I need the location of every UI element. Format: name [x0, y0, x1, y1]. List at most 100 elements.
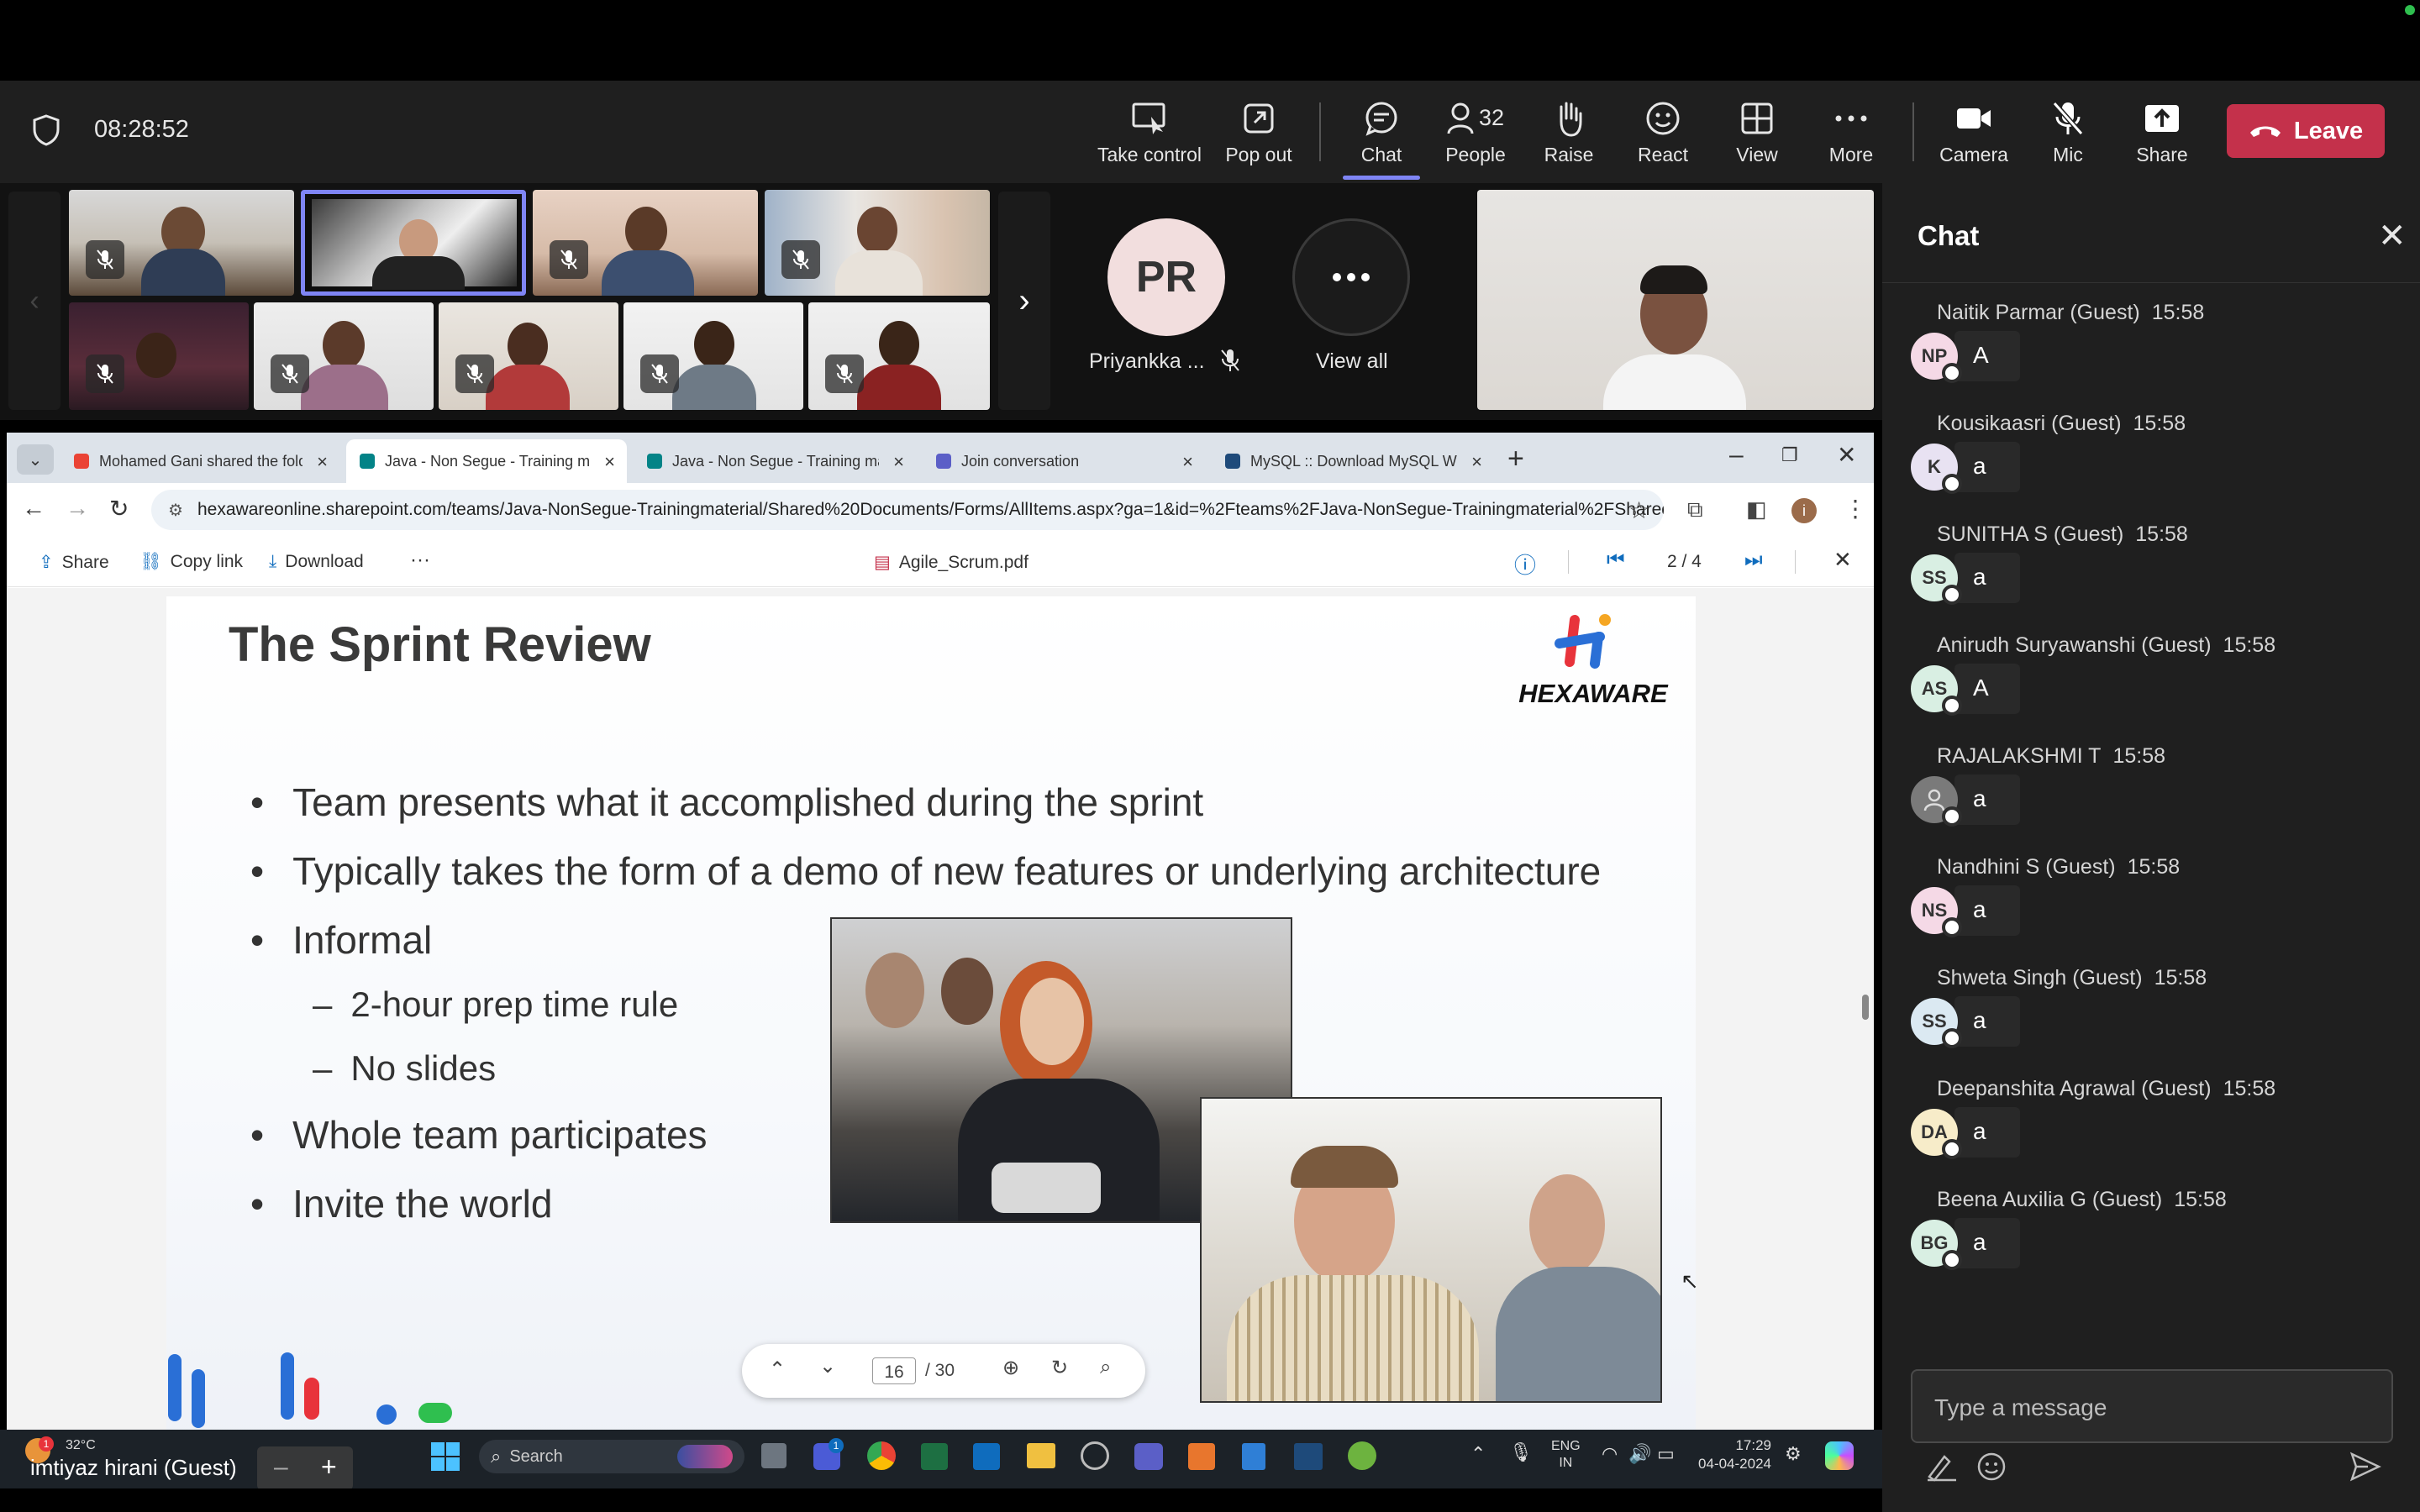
forward-button[interactable]: → [66, 495, 89, 522]
windows-start-icon[interactable] [430, 1441, 460, 1472]
view-button[interactable]: View [1723, 81, 1791, 183]
leave-button[interactable]: Leave [2227, 104, 2385, 158]
notification-icon[interactable]: ⚙ [1785, 1443, 1802, 1465]
video-tile[interactable] [533, 190, 758, 296]
chat-message[interactable]: Anirudh Suryawanshi (Guest) 15:58 A AS [1882, 625, 2420, 736]
browser-tab[interactable]: Java - Non Segue - Training ma × [346, 439, 627, 483]
info-icon[interactable]: ⓘ [1514, 549, 1536, 580]
zoom-in-icon[interactable]: ⊕ [1002, 1356, 1019, 1380]
video-tile[interactable] [439, 302, 618, 410]
browser-menu-icon[interactable]: ⋮ [1844, 495, 1867, 522]
chat-message[interactable]: RAJALAKSHMI T 15:58 a [1882, 736, 2420, 847]
new-tab-button[interactable]: + [1507, 443, 1524, 475]
last-file-button[interactable]: ⏭ [1744, 549, 1763, 572]
video-tile-active-speaker[interactable] [301, 190, 526, 296]
show-hidden-icons[interactable]: ⌃ [1470, 1443, 1486, 1465]
message-input[interactable]: Type a message [1911, 1369, 2393, 1443]
browser-tab[interactable]: MySQL :: Download MySQL Wo × [1212, 439, 1494, 483]
search-icon[interactable]: ⌕ [1100, 1356, 1111, 1379]
teams-app-icon[interactable] [1134, 1443, 1163, 1470]
language-indicator[interactable]: ENG IN [1551, 1438, 1581, 1472]
pdf-share-button[interactable]: ⇪ Share [39, 552, 109, 573]
app-taskbar-icon[interactable] [1081, 1441, 1109, 1470]
chat-message[interactable]: Kousikaasri (Guest) 15:58 a K [1882, 403, 2420, 514]
tab-search-button[interactable]: ⌄ [17, 444, 54, 475]
notepad-icon[interactable] [1242, 1443, 1265, 1470]
chrome-taskbar-icon[interactable] [867, 1441, 896, 1470]
people-button[interactable]: 32 People [1434, 81, 1518, 183]
close-window-button[interactable]: ✕ [1837, 441, 1856, 469]
task-view-icon[interactable] [761, 1443, 786, 1468]
chat-message[interactable]: SUNITHA S (Guest) 15:58 a SS [1882, 514, 2420, 625]
copy-link-button[interactable]: ⛓ Copy link [139, 552, 243, 572]
excel-taskbar-icon[interactable] [921, 1443, 948, 1470]
volume-icon[interactable]: 🔊 [1628, 1443, 1651, 1465]
url-field[interactable]: ⚙ hexawareonline.sharepoint.com/teams/Ja… [151, 490, 1664, 530]
video-tile[interactable] [69, 302, 249, 410]
video-tile[interactable] [623, 302, 803, 410]
restore-window-button[interactable]: ❐ [1781, 444, 1798, 466]
chat-message[interactable]: Shweta Singh (Guest) 15:58 a SS [1882, 958, 2420, 1068]
participant-avatar[interactable]: PR [1107, 218, 1225, 336]
camera-button[interactable]: Camera [1939, 81, 2008, 183]
take-control-button[interactable]: Take control [1092, 81, 1207, 183]
viewer-scrollbar[interactable] [1857, 588, 1874, 1430]
video-tile[interactable] [765, 190, 990, 296]
file-explorer-icon[interactable] [1027, 1443, 1055, 1468]
system-clock[interactable]: 17:29 04-04-2024 [1697, 1436, 1771, 1473]
next-page-button[interactable]: ⌄ [819, 1354, 836, 1378]
chat-message[interactable]: Naitik Parmar (Guest) 15:58 A NP [1882, 292, 2420, 403]
scrollbar-thumb[interactable] [1862, 995, 1869, 1020]
video-tile[interactable] [254, 302, 434, 410]
side-panel-icon[interactable]: ◧ [1746, 496, 1767, 522]
emoji-icon[interactable] [1976, 1452, 2007, 1486]
react-button[interactable]: React [1628, 81, 1697, 183]
close-tab-icon[interactable]: × [1182, 451, 1193, 473]
app-taskbar-icon[interactable] [973, 1443, 1000, 1470]
more-button[interactable]: More [1817, 81, 1886, 183]
minimize-window-button[interactable]: – [1729, 441, 1744, 470]
bookmark-star-icon[interactable]: ☆ [1628, 496, 1649, 524]
download-button[interactable]: ⤓ Download [269, 552, 364, 572]
close-tab-icon[interactable]: × [604, 451, 615, 473]
chat-button[interactable]: Chat [1343, 81, 1420, 183]
zoom-out-button[interactable]: – [274, 1453, 288, 1482]
close-tab-icon[interactable]: × [1471, 451, 1482, 473]
browser-tab[interactable]: Java - Non Segue - Training ma × [634, 439, 916, 483]
taskbar-search-box[interactable]: ⌕ Search [479, 1440, 744, 1473]
format-icon[interactable] [1926, 1452, 1958, 1486]
chat-message[interactable]: Deepanshita Agrawal (Guest) 15:58 a DA [1882, 1068, 2420, 1179]
first-file-button[interactable]: ⏮ [1607, 549, 1625, 572]
app-taskbar-icon[interactable] [1188, 1443, 1215, 1470]
close-tab-icon[interactable]: × [893, 451, 904, 473]
close-viewer-button[interactable]: ✕ [1833, 547, 1852, 573]
microphone-icon[interactable]: 🎙 [1509, 1441, 1533, 1463]
copilot-icon[interactable] [1825, 1441, 1854, 1470]
rotate-icon[interactable]: ↻ [1051, 1356, 1068, 1380]
gallery-prev-button[interactable]: ‹ [8, 192, 60, 410]
mic-button[interactable]: Mic [2033, 81, 2102, 183]
mysql-workbench-icon[interactable] [1294, 1443, 1323, 1470]
pop-out-button[interactable]: Pop out [1218, 81, 1299, 183]
close-tab-icon[interactable]: × [317, 451, 328, 473]
video-tile[interactable] [69, 190, 294, 296]
self-video-tile[interactable] [1477, 190, 1874, 410]
profile-avatar[interactable]: i [1791, 498, 1817, 523]
back-button[interactable]: ← [22, 495, 45, 522]
extensions-icon[interactable]: ⧉ [1687, 496, 1703, 523]
zoom-in-button[interactable]: + [321, 1452, 337, 1483]
battery-icon[interactable]: ▭ [1657, 1443, 1675, 1465]
gallery-next-button[interactable]: › [998, 192, 1050, 410]
browser-tab[interactable]: Mohamed Gani shared the fold × [60, 439, 339, 483]
browser-tab[interactable]: Join conversation × [923, 439, 1205, 483]
spring-tool-icon[interactable] [1348, 1441, 1376, 1470]
send-icon[interactable] [2349, 1452, 2381, 1486]
more-options-button[interactable]: ··· [410, 549, 430, 572]
previous-page-button[interactable]: ⌃ [769, 1357, 786, 1382]
view-all-button[interactable] [1292, 218, 1410, 336]
chat-message[interactable]: Nandhini S (Guest) 15:58 a NS [1882, 847, 2420, 958]
wifi-icon[interactable]: ◠ [1602, 1443, 1618, 1465]
video-tile[interactable] [808, 302, 990, 410]
raise-hand-button[interactable]: Raise [1534, 81, 1603, 183]
page-number-input[interactable]: 16 [872, 1357, 916, 1384]
